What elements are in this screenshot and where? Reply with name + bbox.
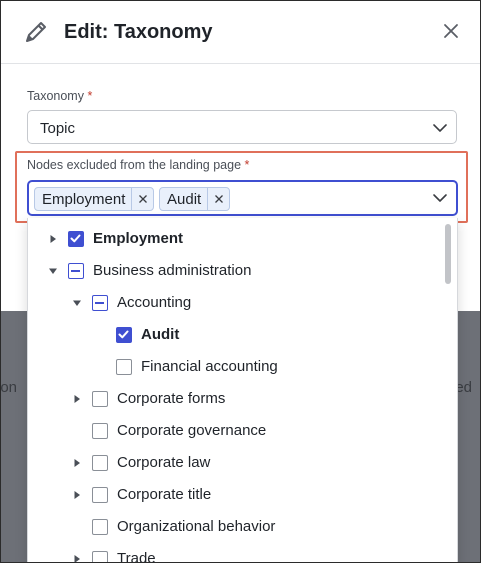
tree-node[interactable]: Financial accounting [28, 351, 438, 383]
tree-node-checkbox[interactable] [92, 487, 108, 503]
check-icon [118, 330, 129, 339]
tree-node[interactable]: Audit [28, 319, 438, 351]
caret-right-icon[interactable] [48, 234, 58, 244]
tree-node-checkbox[interactable] [68, 263, 84, 279]
tree-node[interactable]: Corporate forms [28, 383, 438, 415]
taxonomy-select[interactable]: Topic [27, 110, 457, 144]
chip-label: Audit [167, 190, 202, 208]
required-mark: * [244, 158, 250, 172]
caret-right-icon[interactable] [72, 394, 82, 404]
tree-node-checkbox[interactable] [116, 359, 132, 375]
pencil-icon [26, 22, 46, 42]
chip-employment: Employment [34, 187, 155, 211]
tree-node-label: Corporate law [117, 454, 211, 471]
tree-node-checkbox[interactable] [92, 551, 108, 562]
caret-right-icon[interactable] [72, 490, 82, 500]
scrollbar-thumb[interactable] [445, 224, 451, 284]
backdrop-text-left: ion [0, 379, 18, 396]
chip-audit: Audit [159, 187, 231, 211]
tree-node-checkbox[interactable] [92, 455, 108, 471]
tree-node-label: Employment [93, 230, 184, 247]
tree-node-label: Business administration [93, 262, 252, 279]
excluded-nodes-label: Nodes excluded from the landing page * [27, 158, 250, 172]
window-frame: ion eed Edit: Taxonomy Taxonomy * Topic … [0, 0, 481, 563]
tree-node-label: Corporate governance [117, 422, 267, 439]
tree-node-label: Trade [117, 550, 156, 563]
tree-node-label: Corporate title [117, 486, 212, 503]
tree-node-label: Corporate forms [117, 390, 226, 407]
tree-node-checkbox[interactable] [68, 231, 84, 247]
tree-node[interactable]: Employment [28, 223, 438, 255]
tree-node-checkbox[interactable] [92, 391, 108, 407]
caret-right-icon[interactable] [72, 458, 82, 468]
tree-node-checkbox[interactable] [92, 519, 108, 535]
remove-chip-icon[interactable] [131, 188, 153, 210]
tree-node[interactable]: Accounting [28, 287, 438, 319]
remove-chip-icon[interactable] [207, 188, 229, 210]
taxonomy-label: Taxonomy * [27, 89, 93, 103]
caret-down-icon[interactable] [48, 266, 58, 276]
close-icon[interactable] [441, 21, 461, 41]
tree-node-label: Organizational behavior [117, 518, 276, 535]
tree-node[interactable]: Corporate title [28, 479, 438, 511]
caret-right-icon[interactable] [72, 554, 82, 563]
dialog-title: Edit: Taxonomy [64, 21, 213, 43]
tree-node-label: Accounting [117, 294, 192, 311]
tree-node-checkbox[interactable] [92, 423, 108, 439]
tree-node[interactable]: Corporate governance [28, 415, 438, 447]
excluded-nodes-multiselect[interactable]: Employment Audit [27, 180, 458, 216]
tree-dropdown: Employment Business administration Account… [27, 218, 458, 563]
chevron-down-icon[interactable] [432, 190, 448, 206]
chevron-down-icon [433, 124, 447, 132]
caret-down-icon[interactable] [72, 298, 82, 308]
tree-node-checkbox[interactable] [92, 295, 108, 311]
tree-node[interactable]: Trade [28, 543, 438, 563]
tree-node-checkbox[interactable] [116, 327, 132, 343]
tree-node-label: Audit [141, 326, 180, 343]
check-icon [70, 234, 81, 243]
tree-node[interactable]: Organizational behavior [28, 511, 438, 543]
taxonomy-select-value: Topic [40, 120, 76, 137]
dialog-header: Edit: Taxonomy [1, 1, 480, 64]
chip-label: Employment [42, 190, 126, 208]
tree-node[interactable]: Corporate law [28, 447, 438, 479]
tree-node-label: Financial accounting [141, 358, 278, 375]
required-mark: * [87, 89, 93, 103]
tree-node[interactable]: Business administration [28, 255, 438, 287]
